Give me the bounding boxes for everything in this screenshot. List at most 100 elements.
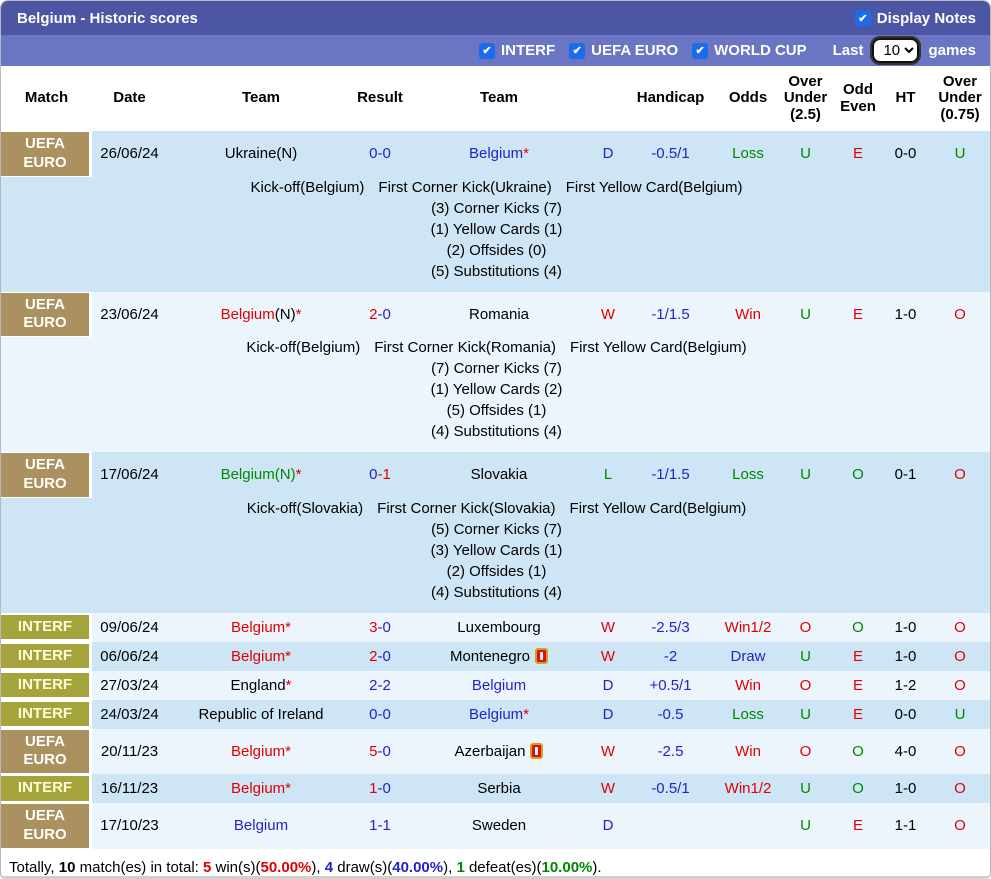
match-row: INTERF16/11/23Belgium*1-0SerbiaW-0.5/1Wi… (1, 774, 991, 803)
filter-checkbox[interactable]: ✔ (692, 43, 708, 59)
away-team-cell: Montenegro (405, 642, 593, 671)
text-segment: Romania (469, 306, 529, 323)
home-team-cell: Belgium* (167, 642, 355, 671)
column-header: Odd Even (833, 66, 883, 131)
handicap-cell: -0.5 (623, 700, 718, 729)
notes-line: (4) Substitutions (4) (1, 421, 991, 442)
half-time-cell: 0-0 (883, 131, 928, 177)
text-segment: Win (735, 306, 761, 323)
check-icon: ✔ (696, 44, 705, 57)
home-team-cell: England* (167, 671, 355, 700)
text-segment: O (852, 780, 864, 797)
filter-checkbox[interactable]: ✔ (479, 43, 495, 59)
text-segment: Belgium* (231, 619, 291, 636)
text-segment: -1/1.5 (651, 306, 689, 323)
half-time-cell: 1-0 (883, 642, 928, 671)
text-segment: ), (311, 859, 324, 876)
result-cell: 2-0 (355, 292, 405, 338)
result-cell: 2-0 (355, 642, 405, 671)
text-segment: Win1/2 (725, 619, 772, 636)
notes-header-part: First Yellow Card(Belgium) (570, 500, 747, 517)
text-segment: E (853, 306, 863, 323)
text-segment: Slovakia (471, 466, 528, 483)
date-cell: 09/06/24 (92, 613, 167, 642)
handicap-cell: -0.5/1 (623, 131, 718, 177)
text-segment: ), (443, 859, 456, 876)
filter-toggle-uefa-euro[interactable]: ✔UEFA EURO (569, 42, 678, 59)
notes-line: (1) Yellow Cards (2) (1, 379, 991, 400)
text-segment: 0 (369, 466, 377, 483)
match-row: UEFA EURO23/06/24Belgium(N)*2-0RomaniaW-… (1, 292, 991, 338)
column-header: Date (92, 66, 167, 131)
match-row: UEFA EURO20/11/23Belgium*5-0AzerbaijanW-… (1, 729, 991, 775)
half-time-cell: 4-0 (883, 729, 928, 775)
match-row: INTERF24/03/24Republic of Ireland0-0Belg… (1, 700, 991, 729)
column-header: Match (1, 66, 92, 131)
filter-toggle-world-cup[interactable]: ✔WORLD CUP (692, 42, 807, 59)
text-segment: O (800, 743, 812, 760)
summary-line: Totally, 10 match(es) in total: 5 win(s)… (9, 854, 982, 879)
over-under-25-cell: O (778, 671, 833, 700)
display-notes-toggle[interactable]: ✔ Display Notes (855, 10, 976, 27)
display-notes-checkbox[interactable]: ✔ (855, 10, 871, 26)
text-segment: 0-0 (369, 706, 391, 723)
text-segment: Montenegro (450, 648, 530, 665)
filter-checkbox[interactable]: ✔ (569, 43, 585, 59)
handicap-cell: -1/1.5 (623, 452, 718, 498)
match-notes-row: Kick-off(Belgium)First Corner Kick(Roman… (1, 337, 991, 452)
odds-cell: Win1/2 (718, 613, 778, 642)
summary-footer: Totally, 10 match(es) in total: 5 win(s)… (1, 849, 990, 879)
over-under-075-cell: U (928, 700, 991, 729)
match-notes: Kick-off(Belgium)First Corner Kick(Ukrai… (1, 177, 991, 292)
text-segment: defeat(es)( (465, 859, 542, 876)
away-team-cell: Serbia (405, 774, 593, 803)
odd-even-cell: E (833, 642, 883, 671)
competition-cell: UEFA EURO (1, 292, 92, 338)
historic-scores-panel: Belgium - Historic scores ✔ Display Note… (0, 0, 991, 879)
competition-badge: UEFA EURO (1, 730, 89, 774)
text-segment: O (954, 817, 966, 834)
filter-toggle-interf[interactable]: ✔INTERF (479, 42, 555, 59)
notes-line: (2) Offsides (1) (1, 561, 991, 582)
home-team-cell: Belgium(N)* (167, 452, 355, 498)
title-bar: Belgium - Historic scores ✔ Display Note… (1, 1, 990, 35)
match-row: INTERF06/06/24Belgium*2-0MontenegroW-2Dr… (1, 642, 991, 671)
date-cell: 23/06/24 (92, 292, 167, 338)
handicap-cell: -0.5/1 (623, 774, 718, 803)
over-under-075-cell: O (928, 671, 991, 700)
over-under-075-cell: O (928, 803, 991, 849)
away-team-cell: Romania (405, 292, 593, 338)
handicap-cell: -2 (623, 642, 718, 671)
notes-header-line: Kick-off(Belgium)First Corner Kick(Ukrai… (1, 177, 991, 198)
over-under-25-cell: U (778, 774, 833, 803)
text-segment: Belgium (469, 145, 523, 162)
wdl-cell: W (593, 292, 623, 338)
text-segment: (N) (275, 306, 296, 323)
wdl-cell: W (593, 613, 623, 642)
text-segment: 2 (369, 648, 377, 665)
text-segment: Belgium* (231, 743, 291, 760)
competition-badge: UEFA EURO (1, 453, 89, 497)
text-segment: E (853, 648, 863, 665)
text-segment: O (954, 619, 966, 636)
text-segment: -1/1.5 (651, 466, 689, 483)
text-segment: W (601, 648, 615, 665)
display-notes-label: Display Notes (877, 10, 976, 27)
text-segment: O (954, 780, 966, 797)
text-segment: O (954, 743, 966, 760)
text-segment: Luxembourg (457, 619, 540, 636)
text-segment: U (800, 145, 811, 162)
notes-line: (5) Corner Kicks (7) (1, 519, 991, 540)
text-segment: -0 (378, 743, 391, 760)
last-games-select[interactable]: 10 (872, 38, 919, 63)
away-team-cell: Azerbaijan (405, 729, 593, 775)
over-under-25-cell: U (778, 131, 833, 177)
text-segment: E (853, 706, 863, 723)
competition-cell: INTERF (1, 671, 92, 700)
text-segment: England (231, 677, 286, 694)
notes-header-line: Kick-off(Slovakia)First Corner Kick(Slov… (1, 498, 991, 519)
wdl-cell: D (593, 671, 623, 700)
text-segment: O (954, 306, 966, 323)
text-segment: 0-0 (895, 706, 917, 723)
column-header: Over Under (0.75) (928, 66, 991, 131)
